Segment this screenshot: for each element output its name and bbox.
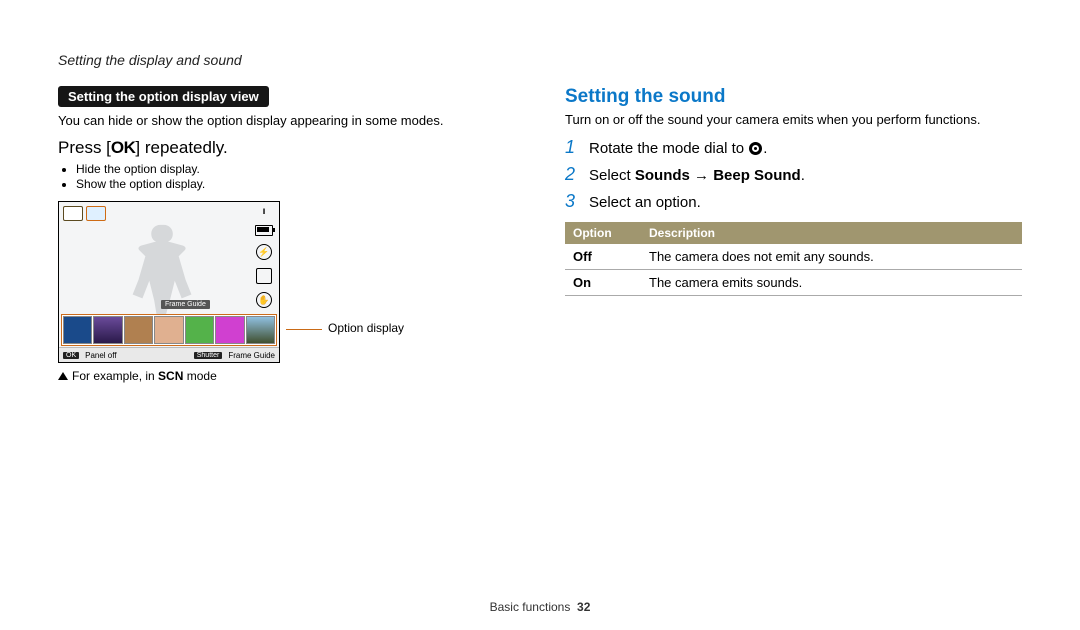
callout-label: Option display [328, 321, 404, 335]
lcd-bottom-bar: OK Panel off Shutter Frame Guide [59, 347, 279, 362]
thumb [154, 316, 183, 344]
options-table: Option Description Off The camera does n… [565, 222, 1022, 296]
table-row: Off The camera does not emit any sounds. [565, 244, 1022, 270]
step3-text: Select an option. [589, 194, 701, 211]
ok-tag: OK [63, 352, 79, 359]
lcd-preview: ı ⚡ ✋ Frame Guide [58, 201, 280, 363]
list-item: Hide the option display. [76, 162, 515, 176]
sound-heading: Setting the sound [565, 86, 1022, 108]
right-column: Setting the sound Turn on or off the sou… [565, 86, 1022, 383]
thumb [185, 316, 214, 344]
step-1: 1 Rotate the mode dial to . [565, 137, 1022, 158]
shutter-label: Frame Guide [228, 351, 275, 360]
col-option: Option [565, 222, 641, 244]
press-post: ] repeatedly. [135, 138, 227, 157]
cell-option: Off [565, 244, 641, 270]
cell-option: On [565, 270, 641, 296]
callout-line [286, 329, 322, 330]
panel-off-label: Panel off [85, 351, 116, 360]
flash-icon: ⚡ [256, 244, 272, 260]
hand-icon: ✋ [256, 292, 272, 308]
frame-guide-label: Frame Guide [161, 300, 210, 309]
cell-desc: The camera emits sounds. [641, 270, 1022, 296]
step-number: 2 [565, 164, 579, 185]
step-3: 3 Select an option. [565, 191, 1022, 212]
thumb [246, 316, 275, 344]
example-mode: SCN [158, 369, 183, 383]
step-number: 3 [565, 191, 579, 212]
step1-pre: Rotate the mode dial to [589, 140, 748, 157]
signal-icon: ı [263, 206, 266, 217]
resolution-icon [256, 268, 272, 284]
gear-icon [749, 142, 762, 155]
mode-icon [63, 206, 83, 221]
press-instruction: Press [OK] repeatedly. [58, 138, 515, 158]
ok-key: OK [111, 138, 136, 157]
example-caption: For example, in SCN mode [58, 369, 515, 383]
list-item: Show the option display. [76, 177, 515, 191]
status-bar: ı ⚡ ✋ [255, 206, 273, 308]
step2-beep: Beep Sound [713, 167, 801, 184]
press-pre: Press [ [58, 138, 111, 157]
thumb [93, 316, 122, 344]
thumb [215, 316, 244, 344]
thumb [124, 316, 153, 344]
example-post: mode [183, 369, 216, 383]
table-row: On The camera emits sounds. [565, 270, 1022, 296]
example-pre: For example, in [72, 369, 158, 383]
step1-post: . [763, 140, 767, 157]
cell-desc: The camera does not emit any sounds. [641, 244, 1022, 270]
step-number: 1 [565, 137, 579, 158]
left-column: Setting the option display view You can … [58, 86, 515, 383]
col-description: Description [641, 222, 1022, 244]
section-intro: You can hide or show the option display … [58, 113, 515, 128]
sound-intro: Turn on or off the sound your camera emi… [565, 112, 1022, 127]
battery-icon [255, 225, 273, 236]
step2-post: . [801, 167, 805, 184]
mode-icons-row [63, 206, 106, 221]
step2-sounds: Sounds [635, 167, 690, 184]
triangle-icon [58, 372, 68, 380]
section-pill: Setting the option display view [58, 86, 269, 107]
shutter-tag: Shutter [194, 352, 223, 359]
footer-section: Basic functions [490, 600, 571, 614]
step-2: 2 Select Sounds → Beep Sound. [565, 164, 1022, 185]
bullet-list: Hide the option display. Show the option… [58, 162, 515, 191]
mode-icon-selected [86, 206, 106, 221]
breadcrumb: Setting the display and sound [58, 52, 1022, 68]
footer-page: 32 [577, 600, 590, 614]
thumb [63, 316, 92, 344]
page-footer: Basic functions 32 [0, 600, 1080, 614]
step2-arrow: → [690, 167, 713, 184]
filmstrip [61, 314, 277, 346]
step2-pre: Select [589, 167, 635, 184]
